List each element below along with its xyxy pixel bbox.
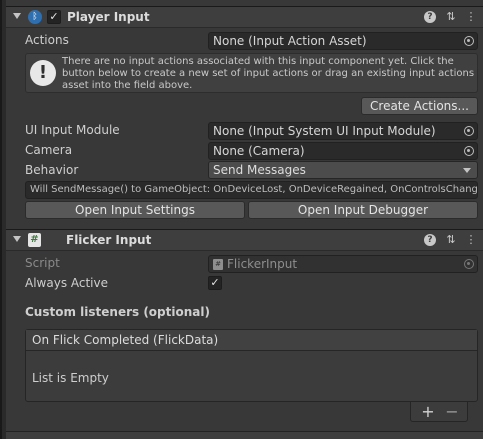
warning-icon: ! [30,60,56,86]
create-actions-button[interactable]: Create Actions... [361,97,478,115]
script-field: # FlickerInput [208,255,478,273]
script-label: Script [25,256,60,270]
player-input-component-icon: ᛒ [28,10,42,24]
component-title: Flicker Input [66,233,152,247]
script-value: FlickerInput [227,257,298,271]
help-text: There are no input actions associated wi… [62,56,475,91]
ui-input-module-label: UI Input Module [25,123,120,137]
open-input-settings-button[interactable]: Open Input Settings [25,201,245,219]
ui-input-module-value: None (Input System UI Input Module) [213,124,436,138]
presets-icon[interactable]: ⇅ [444,10,458,24]
presets-icon[interactable]: ⇅ [444,233,458,247]
left-gutter [2,0,6,439]
camera-field[interactable]: None (Camera) [208,142,478,160]
foldout-arrow-icon[interactable] [13,13,21,19]
behavior-dropdown[interactable]: Send Messages [208,161,478,179]
help-icon[interactable]: ? [424,234,436,246]
camera-value: None (Camera) [213,144,305,158]
list-empty-text: List is Empty [32,371,109,385]
behavior-value: Send Messages [213,163,306,177]
ui-input-module-field[interactable]: None (Input System UI Input Module) [208,122,478,140]
context-menu-icon[interactable]: ⋮ [464,10,478,24]
object-picker-icon[interactable] [464,146,474,156]
script-icon: # [28,233,41,247]
open-input-debugger-button[interactable]: Open Input Debugger [248,201,478,219]
help-icon[interactable]: ? [424,11,436,23]
camera-label: Camera [25,143,73,157]
component-enabled-checkbox[interactable]: ✓ [47,10,61,24]
actions-field[interactable]: None (Input Action Asset) [208,32,478,50]
player-input-header[interactable]: ᛒ ✓ Player Input ? ⇅ ⋮ [6,6,483,28]
chevron-down-icon [463,168,471,173]
add-listener-button[interactable]: + [419,403,437,421]
help-box: ! There are no input actions associated … [25,53,478,93]
actions-label: Actions [25,33,69,47]
context-menu-icon[interactable]: ⋮ [464,233,478,247]
behavior-info: Will SendMessage() to GameObject: OnDevi… [25,181,478,199]
script-file-icon: # [213,259,223,270]
always-active-label: Always Active [25,276,108,290]
remove-listener-button[interactable]: − [443,403,461,421]
list-footer: + − [410,402,468,422]
object-picker-icon [464,259,474,269]
behavior-label: Behavior [25,163,79,177]
actions-value: None (Input Action Asset) [213,34,367,48]
object-picker-icon[interactable] [464,36,474,46]
foldout-arrow-icon[interactable] [13,236,21,242]
always-active-checkbox[interactable]: ✓ [208,276,222,290]
flicker-input-header[interactable]: # Flicker Input ? ⇅ ⋮ [6,229,483,251]
object-picker-icon[interactable] [464,126,474,136]
event-listeners-list: On Flick Completed (FlickData) List is E… [25,329,478,402]
component-title: Player Input [67,10,150,24]
next-component-header [6,431,483,439]
custom-listeners-header: Custom listeners (optional) [25,305,210,319]
event-name: On Flick Completed (FlickData) [26,330,477,351]
